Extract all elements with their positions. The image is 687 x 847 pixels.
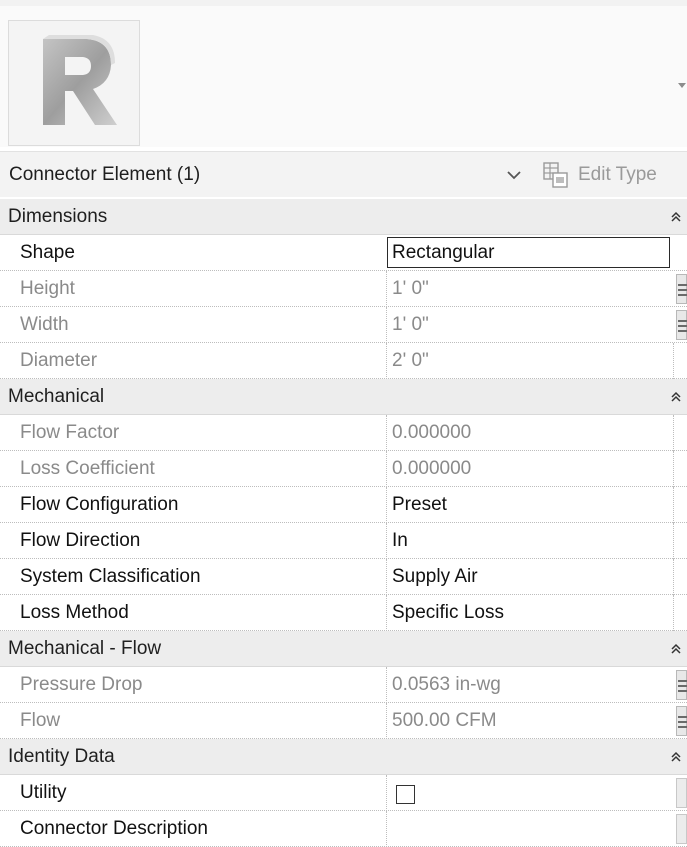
column-divider: [386, 451, 387, 487]
group-label: Mechanical: [8, 386, 105, 407]
column-divider: [386, 487, 387, 523]
prop-row-flow: Flow 500.00 CFM: [0, 703, 687, 739]
group-mechanical[interactable]: Mechanical: [0, 379, 687, 415]
group-mechanical-flow[interactable]: Mechanical - Flow: [0, 631, 687, 667]
column-divider: [673, 451, 674, 487]
prop-value[interactable]: Preset: [392, 494, 447, 516]
prop-value: 2' 0": [392, 350, 429, 371]
column-divider: [386, 667, 387, 703]
prop-row-loss-coefficient: Loss Coefficient 0.000000: [0, 451, 687, 487]
associate-parameter-button[interactable]: [676, 778, 687, 808]
prop-value: 1' 0": [392, 314, 429, 335]
prop-value: 500.00 CFM: [392, 710, 497, 731]
associate-parameter-button[interactable]: [676, 310, 687, 340]
prop-value: Rectangular: [392, 242, 495, 263]
column-divider: [386, 775, 387, 811]
prop-name: Flow Direction: [20, 530, 141, 551]
group-label: Mechanical - Flow: [8, 638, 162, 659]
column-divider: [673, 487, 674, 523]
prop-name: Connector Description: [20, 818, 208, 839]
type-preview-thumbnail: [8, 20, 140, 146]
group-label: Identity Data: [8, 746, 115, 767]
prop-value[interactable]: Supply Air: [392, 566, 478, 588]
prop-name: Diameter: [20, 350, 98, 371]
prop-row-flow-direction[interactable]: Flow Direction In: [0, 523, 687, 559]
prop-row-system-classification[interactable]: System Classification Supply Air: [0, 559, 687, 595]
collapse-icon[interactable]: [670, 751, 682, 763]
ribbon-dropdown-arrow-icon[interactable]: [676, 78, 687, 92]
group-identity-data[interactable]: Identity Data: [0, 739, 687, 775]
prop-row-width: Width 1' 0": [0, 307, 687, 343]
prop-value: 0.0563 in-wg: [392, 674, 501, 695]
column-divider: [386, 307, 387, 343]
column-divider: [673, 343, 674, 379]
edit-type-label: Edit Type: [578, 164, 657, 185]
prop-value: 1' 0": [392, 278, 429, 299]
associate-parameter-button[interactable]: [676, 274, 687, 304]
column-divider: [673, 523, 674, 559]
properties-grid: Dimensions Shape Rectangular Height 1' 0…: [0, 199, 687, 847]
prop-name: Pressure Drop: [20, 674, 143, 695]
prop-row-flow-factor: Flow Factor 0.000000: [0, 415, 687, 451]
column-divider: [386, 559, 387, 595]
prop-value: 0.000000: [392, 458, 472, 479]
group-label: Dimensions: [8, 206, 108, 227]
revit-logo-icon: [43, 35, 117, 125]
column-divider: [386, 271, 387, 307]
type-selector[interactable]: Connector Element (1) Edit Type: [0, 151, 687, 197]
collapse-icon[interactable]: [670, 391, 682, 403]
prop-name: Flow: [20, 710, 61, 731]
prop-name: Flow Configuration: [20, 494, 179, 515]
group-dimensions[interactable]: Dimensions: [0, 199, 687, 235]
edit-type-icon: [543, 162, 568, 188]
column-divider: [386, 523, 387, 559]
column-divider: [673, 595, 674, 631]
collapse-icon[interactable]: [670, 211, 682, 223]
type-selector-value: Connector Element (1): [9, 164, 201, 185]
prop-name: Utility: [20, 782, 67, 803]
column-divider: [673, 559, 674, 595]
prop-row-utility[interactable]: Utility: [0, 775, 687, 811]
prop-value[interactable]: In: [392, 530, 408, 552]
associate-parameter-button[interactable]: [676, 670, 687, 700]
column-divider: [673, 415, 674, 451]
prop-name: System Classification: [20, 566, 201, 587]
collapse-icon[interactable]: [670, 643, 682, 655]
associate-parameter-button[interactable]: [676, 814, 687, 844]
shape-value-field[interactable]: Rectangular: [387, 237, 670, 268]
prop-row-loss-method[interactable]: Loss Method Specific Loss: [0, 595, 687, 631]
prop-name: Loss Coefficient: [20, 458, 155, 479]
prop-row-height: Height 1' 0": [0, 271, 687, 307]
prop-row-shape[interactable]: Shape Rectangular: [0, 235, 687, 271]
column-divider: [386, 811, 387, 847]
prop-name: Loss Method: [20, 602, 129, 623]
prop-row-flow-configuration[interactable]: Flow Configuration Preset: [0, 487, 687, 523]
prop-value: 0.000000: [392, 422, 472, 443]
column-divider: [386, 703, 387, 739]
prop-name: Shape: [20, 242, 75, 263]
column-divider: [386, 415, 387, 451]
properties-header: [0, 6, 687, 147]
prop-name: Width: [20, 314, 69, 335]
associate-parameter-button[interactable]: [676, 706, 687, 736]
column-divider: [386, 343, 387, 379]
prop-row-pressure-drop: Pressure Drop 0.0563 in-wg: [0, 667, 687, 703]
column-divider: [386, 595, 387, 631]
prop-value[interactable]: Specific Loss: [392, 602, 504, 624]
edit-type-button[interactable]: Edit Type: [542, 158, 657, 192]
prop-name: Height: [20, 278, 75, 299]
prop-row-connector-description[interactable]: Connector Description: [0, 811, 687, 847]
prop-name: Flow Factor: [20, 422, 120, 443]
utility-checkbox[interactable]: [396, 785, 415, 804]
chevron-down-icon[interactable]: [504, 165, 524, 185]
prop-row-diameter: Diameter 2' 0": [0, 343, 687, 379]
